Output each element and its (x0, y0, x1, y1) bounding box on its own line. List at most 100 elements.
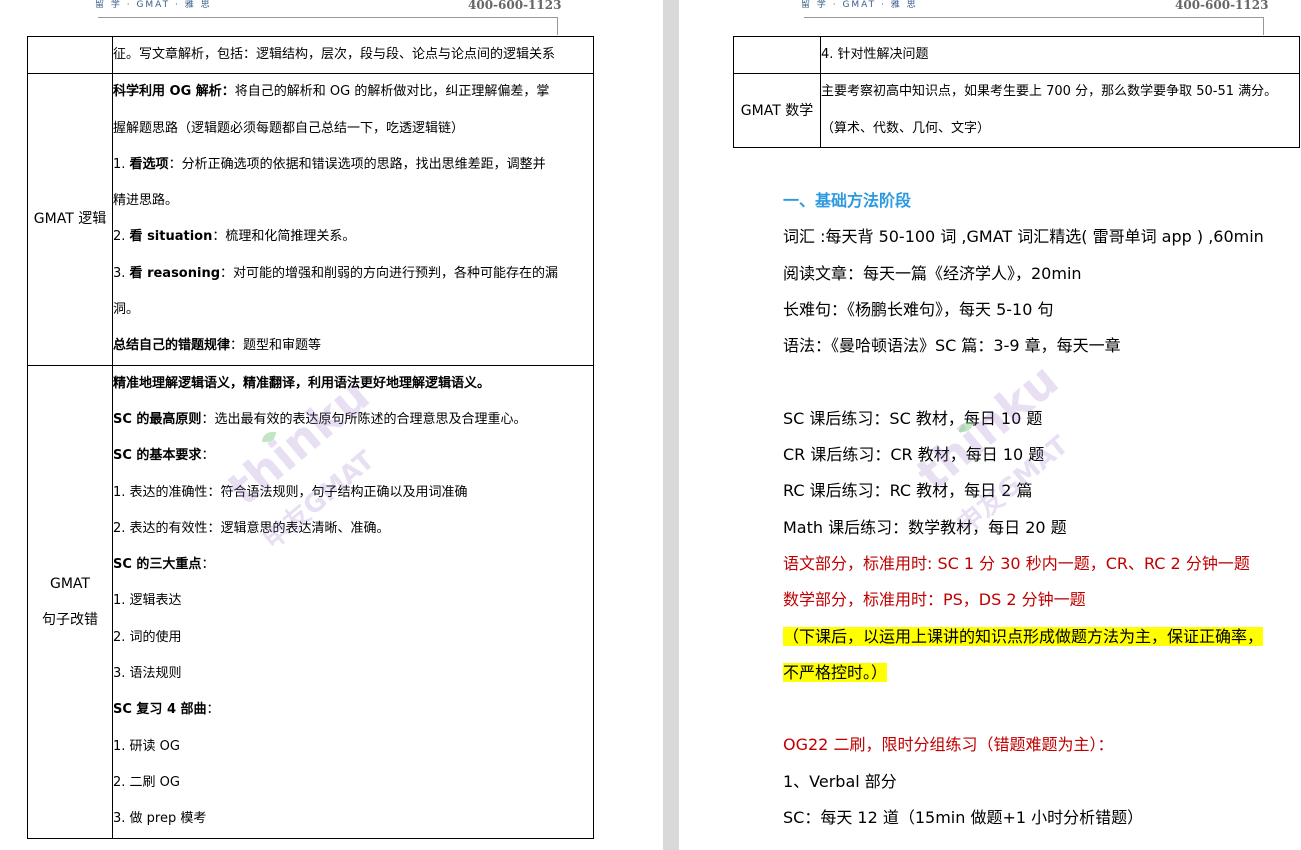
content-line: 2. 二刷 OG (113, 765, 593, 801)
text-run: 将自己的解析和 OG 的解析做对比，纠正理解偏差，掌 (235, 84, 550, 99)
practice-item: RC 课后练习：RC 教材，每日 2 篇 (783, 473, 1301, 509)
content-cell: 征。写文章解析，包括：逻辑结构，层次，段与段、论点与论点间的逻辑关系 (113, 37, 594, 74)
bold-text: 看 reasoning (130, 266, 220, 281)
timing-math: 数学部分，标准用时：PS，DS 2 分钟一题 (783, 582, 1301, 618)
content-line: 3. 做 prep 模考 (113, 801, 593, 837)
category-cell: GMAT 句子改错 (28, 365, 113, 838)
content-line: 3. 看 reasoning：对可能的增强和削弱的方向进行预判，各种可能存在的漏 (113, 256, 593, 292)
spacer (783, 364, 1301, 400)
practice-item: Math 课后练习：数学教材，每日 20 题 (783, 510, 1301, 546)
text-run: 3. (113, 266, 130, 281)
plan-body: 一、基础方法阶段 词汇 :每天背 50-100 词 ,GMAT 词汇精选( 雷哥… (783, 183, 1301, 836)
table-row: GMAT 逻辑 科学利用 OG 解析：将自己的解析和 OG 的解析做对比，纠正理… (28, 74, 594, 365)
category-label: GMAT (28, 566, 112, 602)
text-run: ： (201, 557, 214, 572)
study-item: 语法：《曼哈顿语法》SC 篇：3-9 章，每天一章 (783, 328, 1301, 364)
verbal-part-label: 1、Verbal 部分 (783, 764, 1301, 800)
category-cell: GMAT 数学 (734, 74, 821, 148)
header-rule-tick (1263, 17, 1264, 35)
content-line: 洞。 (113, 292, 593, 328)
content-line: 精进思路。 (113, 183, 593, 219)
content-line: SC 的三大重点： (113, 547, 593, 583)
category-cell-empty (28, 37, 113, 74)
study-plan-table: 征。写文章解析，包括：逻辑结构，层次，段与段、论点与论点间的逻辑关系 GMAT … (27, 36, 594, 839)
content-line: 2. 词的使用 (113, 620, 593, 656)
text-run: 1. (113, 157, 130, 172)
text-run: 3. 做 prep 模考 (113, 811, 206, 826)
practice-item: CR 课后练习：CR 教材，每日 10 题 (783, 437, 1301, 473)
header-phone: 400-600-1123 (1175, 0, 1268, 12)
content-line: 1. 研读 OG (113, 729, 593, 765)
text-run: ：选出最有效的表达原句所陈述的合理意思及合理重心。 (201, 412, 526, 427)
study-item: 阅读文章：每天一篇《经济学人》，20min (783, 256, 1301, 292)
bold-text: SC 的三大重点 (113, 557, 201, 572)
category-label: 句子改错 (28, 602, 112, 638)
header-rule (804, 17, 1264, 18)
table-text: 主要考察初高中知识点，如果考生要上 700 分，那么数学要争取 50-51 满分… (821, 74, 1299, 110)
text-run: 1. 逻辑表达 (113, 593, 182, 608)
content-line: 精准地理解逻辑语义，精准翻译，利用语法更好地理解逻辑语义。 (113, 366, 593, 402)
category-cell-empty (734, 37, 821, 74)
text-run: 3. 语法规则 (113, 666, 182, 681)
content-cell: 科学利用 OG 解析：将自己的解析和 OG 的解析做对比，纠正理解偏差，掌握解题… (113, 74, 594, 365)
text-run: ：分析正确选项的依据和错误选项的思路，找出思维差距，调整并 (169, 157, 546, 172)
content-line: 2. 表达的有效性：逻辑意思的表达清晰、准确。 (113, 511, 593, 547)
bold-text: 总结自己的错题规律 (113, 338, 230, 353)
highlight-note: （下课后，以运用上课讲的知识点形成做题方法为主，保证正确率， (783, 627, 1263, 646)
bold-text: SC 的基本要求 (113, 448, 201, 463)
category-cell: GMAT 逻辑 (28, 74, 113, 365)
content-line: 握解题思路（逻辑题必须每题都自己总结一下，吃透逻辑链） (113, 111, 593, 147)
text-run: 握解题思路（逻辑题必须每题都自己总结一下，吃透逻辑链） (113, 121, 464, 136)
page-gutter (663, 0, 679, 850)
left-page: 留 学 · GMAT · 雅 思 400-600-1123 征。写文章解析，包括… (0, 0, 663, 850)
highlight-note: 不严格控时。） (783, 663, 887, 682)
table-row: 4. 针对性解决问题 (734, 37, 1300, 74)
bold-text: 精准地理解逻辑语义，精准翻译，利用语法更好地理解逻辑语义。 (113, 376, 490, 391)
content-cell: 主要考察初高中知识点，如果考生要上 700 分，那么数学要争取 50-51 满分… (821, 74, 1300, 148)
practice-item: SC 课后练习：SC 教材，每日 10 题 (783, 401, 1301, 437)
bold-text: SC 复习 4 部曲 (113, 702, 207, 717)
content-line: 1. 看选项：分析正确选项的依据和错误选项的思路，找出思维差距，调整并 (113, 147, 593, 183)
header-brand: 留 学 · GMAT · 雅 思 (95, 0, 212, 10)
content-line: 1. 逻辑表达 (113, 583, 593, 619)
bold-text: 科学利用 OG 解析： (113, 84, 235, 99)
content-line: 1. 表达的准确性：符合语法规则，句子结构正确以及用词准确 (113, 475, 593, 511)
right-page: 留 学 · GMAT · 雅 思 400-600-1123 4. 针对性解决问题… (679, 0, 1301, 850)
header-rule (98, 17, 558, 18)
text-run: 2. 表达的有效性：逻辑意思的表达清晰、准确。 (113, 521, 390, 536)
text-run: 1. 表达的准确性：符合语法规则，句子结构正确以及用词准确 (113, 485, 468, 500)
text-run: 2. 词的使用 (113, 630, 182, 645)
content-line: 3. 语法规则 (113, 656, 593, 692)
text-run: 1. 研读 OG (113, 739, 180, 754)
sc-item: SC：每天 12 道（15min 做题+1 小时分析错题） (783, 800, 1301, 836)
text-run: 洞。 (113, 302, 139, 317)
math-table: 4. 针对性解决问题 GMAT 数学 主要考察初高中知识点，如果考生要上 700… (733, 36, 1300, 148)
timing-verbal: 语文部分，标准用时: SC 1 分 30 秒内一题，CR、RC 2 分钟一题 (783, 546, 1301, 582)
bold-text: SC 的最高原则 (113, 412, 201, 427)
content-line: 科学利用 OG 解析：将自己的解析和 OG 的解析做对比，纠正理解偏差，掌 (113, 74, 593, 110)
header-brand: 留 学 · GMAT · 雅 思 (801, 0, 918, 10)
bold-text: 看选项 (130, 157, 169, 172)
section-heading: 一、基础方法阶段 (783, 183, 1301, 219)
text-run: ：梳理和化简推理关系。 (212, 229, 355, 244)
text-run: 2. 二刷 OG (113, 775, 180, 790)
study-item: 词汇 :每天背 50-100 词 ,GMAT 词汇精选( 雷哥单词 app ) … (783, 219, 1301, 255)
content-line: 征。写文章解析，包括：逻辑结构，层次，段与段、论点与论点间的逻辑关系 (113, 37, 593, 73)
text-run: ：题型和审题等 (230, 338, 321, 353)
text-run: ：对可能的增强和削弱的方向进行预判，各种可能存在的漏 (220, 266, 558, 281)
content-cell: 4. 针对性解决问题 (821, 37, 1300, 74)
content-line: SC 的最高原则：选出最有效的表达原句所陈述的合理意思及合理重心。 (113, 402, 593, 438)
text-run: ： (207, 702, 220, 717)
table-row: GMAT 句子改错 精准地理解逻辑语义，精准翻译，利用语法更好地理解逻辑语义。 S… (28, 365, 594, 838)
content-cell: 精准地理解逻辑语义，精准翻译，利用语法更好地理解逻辑语义。 SC 的最高原则：选出… (113, 365, 594, 838)
text-run: ： (201, 448, 214, 463)
text-run: 2. (113, 229, 130, 244)
table-text: 4. 针对性解决问题 (821, 37, 1299, 73)
og-title: OG22 二刷，限时分组练习（错题难题为主）： (783, 727, 1301, 763)
header-rule-tick (557, 17, 558, 35)
text-run: 精进思路。 (113, 193, 178, 208)
content-line: SC 的基本要求： (113, 438, 593, 474)
content-line: 总结自己的错题规律：题型和审题等 (113, 328, 593, 364)
table-row: GMAT 数学 主要考察初高中知识点，如果考生要上 700 分，那么数学要争取 … (734, 74, 1300, 148)
table-row: 征。写文章解析，包括：逻辑结构，层次，段与段、论点与论点间的逻辑关系 (28, 37, 594, 74)
